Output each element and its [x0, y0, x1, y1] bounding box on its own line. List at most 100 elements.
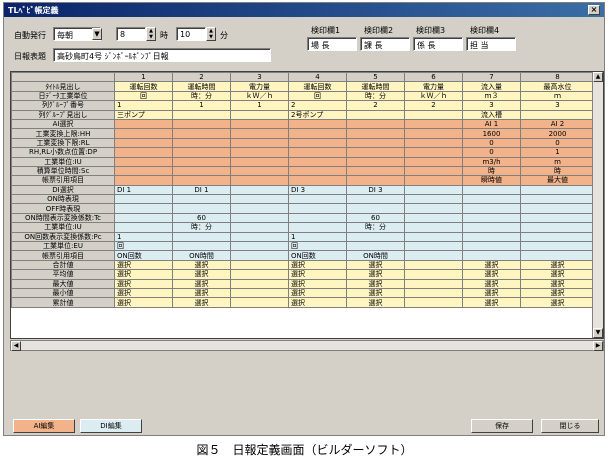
- grid-cell[interactable]: 選択: [462, 259, 521, 271]
- grid-cell[interactable]: [404, 128, 463, 139]
- ai-edit-tab[interactable]: AI編集: [13, 419, 75, 433]
- grid-cell[interactable]: [520, 203, 595, 214]
- grid-cell[interactable]: 選択: [346, 259, 405, 271]
- hour-spinner[interactable]: ▲ ▼: [146, 27, 156, 41]
- grid-cell[interactable]: 運転回数: [114, 81, 173, 92]
- grid-cell[interactable]: [172, 128, 231, 139]
- grid-cell[interactable]: [114, 222, 173, 233]
- grid-cell[interactable]: [346, 137, 405, 149]
- grid-cell[interactable]: 運転回数: [288, 81, 347, 92]
- grid-cell[interactable]: [404, 241, 463, 252]
- grid-cell[interactable]: 1: [230, 100, 289, 111]
- grid-cell[interactable]: 1: [172, 100, 231, 111]
- grid-cell[interactable]: 選択: [172, 278, 231, 290]
- grid-cell[interactable]: 2号ポンプ: [288, 109, 347, 120]
- grid-cell[interactable]: 瞬時値: [462, 175, 521, 186]
- grid-cell[interactable]: 時：分: [172, 90, 231, 102]
- grid-cell[interactable]: [404, 269, 463, 280]
- grid-cell[interactable]: [172, 203, 231, 214]
- grid-cell[interactable]: [172, 241, 231, 252]
- grid-cell[interactable]: 選択: [346, 287, 405, 299]
- grid-cell[interactable]: [404, 175, 463, 186]
- grid-cell[interactable]: [230, 156, 289, 167]
- grid-cell[interactable]: 回: [114, 90, 173, 102]
- grid-cell[interactable]: 回: [288, 241, 347, 252]
- grid-cell[interactable]: [230, 165, 289, 177]
- grid-cell[interactable]: [346, 118, 405, 130]
- grid-cell[interactable]: 1: [520, 147, 595, 158]
- grid-cell[interactable]: [230, 147, 289, 158]
- grid-cell[interactable]: 電力量: [230, 81, 289, 92]
- grid-cell[interactable]: [404, 109, 463, 120]
- column-header-5[interactable]: 5: [346, 72, 405, 83]
- grid-cell[interactable]: [114, 137, 173, 149]
- di-edit-tab[interactable]: DI編集: [80, 419, 142, 433]
- grid-cell[interactable]: [114, 147, 173, 158]
- grid-cell[interactable]: [404, 297, 463, 308]
- grid-cell[interactable]: [520, 241, 595, 252]
- grid-cell[interactable]: [230, 269, 289, 280]
- grid-cell[interactable]: 時: [520, 165, 595, 177]
- window-close-button[interactable]: ×: [588, 5, 600, 15]
- grid-cell[interactable]: 流入量: [462, 81, 521, 92]
- grid-cell[interactable]: 回: [288, 90, 347, 102]
- grid-cell[interactable]: 60: [346, 212, 405, 224]
- grid-cell[interactable]: ｋＷ／ｈ: [230, 90, 289, 102]
- grid-cell[interactable]: [462, 194, 521, 205]
- grid-cell[interactable]: 2: [404, 100, 463, 111]
- grid-cell[interactable]: 選択: [114, 297, 173, 308]
- grid-cell[interactable]: 流入槽: [462, 109, 521, 120]
- grid-cell[interactable]: [114, 203, 173, 214]
- grid-cell[interactable]: [230, 259, 289, 271]
- grid-cell[interactable]: DI 3: [346, 184, 405, 196]
- column-header-1[interactable]: 1: [114, 72, 173, 83]
- grid-cell[interactable]: [346, 194, 405, 205]
- grid-cell[interactable]: [404, 137, 463, 149]
- grid-cell[interactable]: [404, 259, 463, 271]
- grid-cell[interactable]: [404, 212, 463, 224]
- grid-cell[interactable]: [520, 250, 595, 261]
- grid-cell[interactable]: [520, 231, 595, 243]
- grid-cell[interactable]: [114, 212, 173, 224]
- grid-cell[interactable]: [462, 241, 521, 252]
- grid-cell[interactable]: [288, 147, 347, 158]
- grid-cell[interactable]: [288, 175, 347, 186]
- grid-cell[interactable]: 0: [462, 147, 521, 158]
- column-header-2[interactable]: 2: [172, 72, 231, 83]
- grid-cell[interactable]: [288, 128, 347, 139]
- grid-cell[interactable]: [172, 156, 231, 167]
- grid-cell[interactable]: 0: [520, 137, 595, 149]
- grid-cell[interactable]: 時：分: [346, 90, 405, 102]
- grid-cell[interactable]: 三ポンプ: [114, 109, 173, 120]
- scroll-right-icon[interactable]: ▶: [593, 341, 603, 351]
- grid-cell[interactable]: ON時間: [172, 250, 231, 261]
- grid-cell[interactable]: [404, 278, 463, 290]
- grid-cell[interactable]: [288, 212, 347, 224]
- grid-cell[interactable]: ｋＷ／ｈ: [404, 90, 463, 102]
- grid-cell[interactable]: 選択: [172, 259, 231, 271]
- grid-cell[interactable]: [404, 250, 463, 261]
- minute-input[interactable]: 10: [176, 27, 206, 41]
- grid-cell[interactable]: [346, 165, 405, 177]
- grid-cell[interactable]: m: [520, 156, 595, 167]
- grid-cell[interactable]: [114, 118, 173, 130]
- grid-cell[interactable]: 2000: [520, 128, 595, 139]
- dropdown-arrow-icon[interactable]: ▼: [92, 28, 102, 40]
- grid-cell[interactable]: [230, 175, 289, 186]
- grid-cell[interactable]: 1: [288, 231, 347, 243]
- grid-cell[interactable]: AI 2: [520, 118, 595, 130]
- grid-cell[interactable]: [346, 128, 405, 139]
- grid-cell[interactable]: [230, 297, 289, 308]
- grid-cell[interactable]: [346, 175, 405, 186]
- grid-cell[interactable]: 選択: [520, 259, 595, 271]
- grid-cell[interactable]: 選択: [288, 259, 347, 271]
- column-header-7[interactable]: 7: [462, 72, 521, 83]
- grid-cell[interactable]: [114, 165, 173, 177]
- grid-cell[interactable]: 選択: [114, 287, 173, 299]
- grid-cell[interactable]: [230, 137, 289, 149]
- grid-cell[interactable]: ON回数: [288, 250, 347, 261]
- grid-cell[interactable]: 選択: [172, 297, 231, 308]
- grid-cell[interactable]: 時: [462, 165, 521, 177]
- grid-cell[interactable]: [288, 203, 347, 214]
- grid-cell[interactable]: 選択: [462, 297, 521, 308]
